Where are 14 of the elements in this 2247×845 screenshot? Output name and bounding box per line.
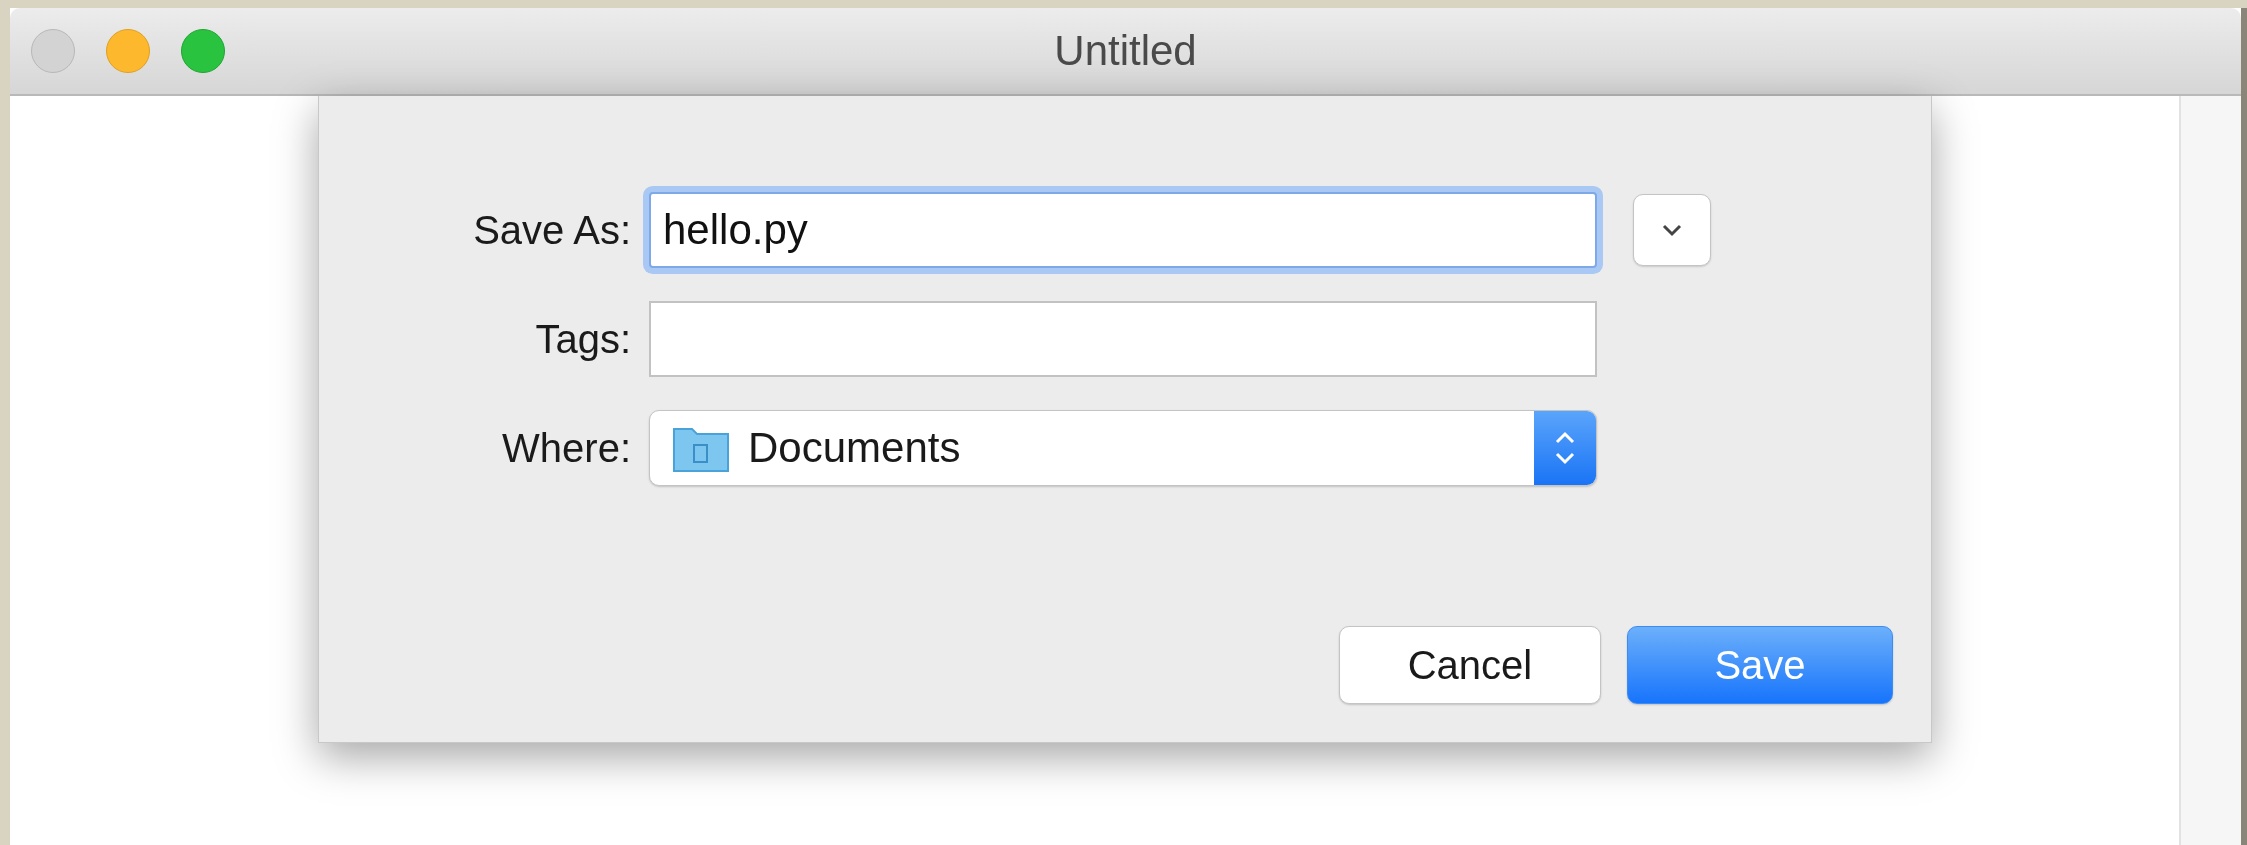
close-icon[interactable] [31,29,75,73]
window-title: Untitled [1053,27,1198,75]
expand-button[interactable] [1633,194,1711,266]
chevron-down-icon [1661,223,1683,237]
minimize-icon[interactable] [106,29,150,73]
text-field[interactable] [649,301,1597,377]
stepper-icon [1534,411,1596,485]
location-popup[interactable]: Documents [649,410,1597,486]
dialog-button[interactable]: Cancel [1339,626,1601,704]
zoom-icon[interactable] [181,29,225,73]
field-label: Where: [501,425,632,471]
popup-value: Documents [747,424,962,472]
field-label: Save As: [472,207,632,253]
field-label: Tags: [534,316,632,362]
